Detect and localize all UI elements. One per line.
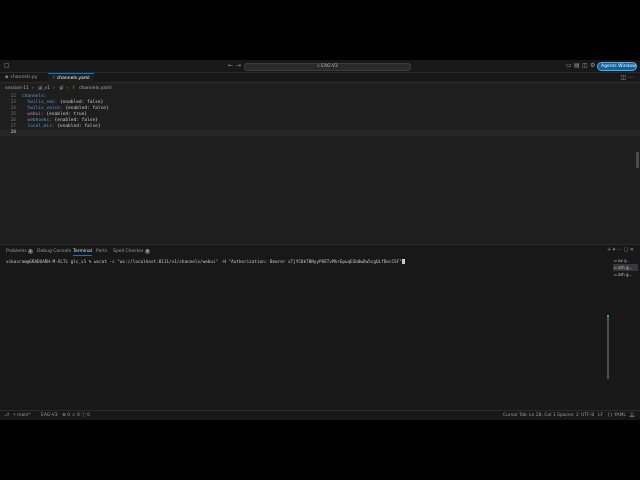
settings-gear-icon[interactable]: ⚙: [590, 62, 595, 70]
agents-window-button[interactable]: Agents Window: [597, 62, 637, 71]
braces-icon: {}: [607, 413, 613, 418]
terminal-command: wscat -c "ws://localhost:8111/v1/channel…: [93, 260, 402, 265]
terminal-prompt: vikasram@GRADUARH-M-XLTL glc_v1 %: [6, 260, 94, 265]
tab-problems[interactable]: Problems 1: [6, 247, 33, 256]
tab-debug-console[interactable]: Debug Console: [37, 247, 71, 256]
terminal-instance[interactable]: ▫ uv y...: [613, 257, 638, 264]
cursor-position[interactable]: Ln 28, Col 1: [529, 411, 556, 420]
panel-actions-icons[interactable]: + ▾ ⋯ ▢ ✕: [607, 247, 634, 253]
editor-tab-bar: ◆ channels.py ! channels.yaml ◫ ⋯: [0, 73, 640, 83]
remote-icon[interactable]: ⎇: [4, 411, 9, 420]
terminal-scrollbar[interactable]: [607, 315, 609, 379]
notifications-bell-icon[interactable]: 🔔︎: [629, 411, 635, 420]
back-arrow-icon[interactable]: ←: [228, 62, 233, 70]
code-editor[interactable]: 22 channels: 23 twilio_sms: {enabled: fal…: [0, 94, 640, 242]
branch-indicator[interactable]: ⑂ main*: [13, 411, 31, 420]
terminal-cursor: [401, 259, 405, 264]
vscode-window: ▢ ← → ⌕ EAG-V3 ▭ ▤ ◫ ⚙ Agents Window ◆ ch…: [0, 60, 640, 420]
breadcrumb-item[interactable]: gl: [59, 86, 63, 91]
panel-toggle-icon[interactable]: ▤: [574, 62, 580, 70]
scroll-marker: [607, 315, 609, 317]
indentation[interactable]: Spaces: 2: [557, 411, 579, 420]
language-mode[interactable]: YAML: [614, 411, 626, 420]
secondary-sidebar-icon[interactable]: ◫: [582, 62, 588, 70]
problems-count-badge: 1: [27, 249, 33, 254]
tab-channels-yaml[interactable]: ! channels.yaml: [48, 73, 95, 83]
title-bar: ▢ ← → ⌕ EAG-V3 ▭ ▤ ◫ ⚙ Agents Window: [0, 60, 640, 73]
status-bar: ⎇ ⑂ main* EAG-V3 ⊗ 0 ⚠ 0 ⓘ 0 Cursor Tab …: [0, 410, 640, 420]
breadcrumb: session-11 › gl_v1 › gl › ! channels.yaml: [5, 86, 112, 91]
sidebar-toggle-icon[interactable]: ▢: [4, 62, 10, 70]
cursor-tab-indicator[interactable]: Cursor Tab: [503, 411, 527, 420]
yaml-file-icon: !: [72, 86, 75, 91]
terminal-instance-list: ▫ uv y... ▫ zsh g... ▫ zsh g...: [613, 257, 638, 278]
layout-icon[interactable]: ▭: [566, 62, 572, 70]
line-ending[interactable]: LF: [598, 411, 603, 420]
command-center-search[interactable]: ⌕ EAG-V3: [244, 63, 411, 71]
breadcrumb-item[interactable]: channels.yaml: [79, 86, 112, 91]
tab-spell-checker[interactable]: Spell Checker 3: [113, 247, 150, 256]
forward-arrow-icon[interactable]: →: [236, 62, 241, 70]
breadcrumb-item[interactable]: gl_v1: [38, 86, 50, 91]
tab-ports[interactable]: Ports: [96, 247, 107, 256]
terminal-instance[interactable]: ▫ zsh g...: [613, 271, 638, 278]
split-editor-icon[interactable]: ◫ ⋯: [620, 74, 634, 81]
problems-indicator[interactable]: ⊗ 0 ⚠ 0 ⓘ 0: [62, 411, 90, 420]
yaml-file-icon: !: [53, 76, 55, 81]
breadcrumb-item[interactable]: session-11: [5, 86, 29, 91]
code-line-current: 28: [0, 130, 640, 136]
tab-channels-py[interactable]: ◆ channels.py: [0, 73, 43, 83]
python-file-icon: ◆: [5, 75, 9, 80]
repo-name[interactable]: EAG-V3: [41, 411, 58, 420]
terminal-instance[interactable]: ▫ zsh g...: [613, 264, 638, 271]
spell-checker-badge: 3: [144, 249, 150, 254]
tab-terminal[interactable]: Terminal: [73, 247, 93, 256]
encoding[interactable]: UTF-8: [581, 411, 594, 420]
editor-scrollbar[interactable]: [636, 152, 639, 168]
terminal-output[interactable]: vikasram@GRADUARH-M-XLTL glc_v1 % wscat …: [6, 259, 405, 266]
search-text: EAG-V3: [321, 64, 338, 69]
bottom-panel: Problems 1 Debug Console Terminal Ports S…: [0, 244, 640, 410]
